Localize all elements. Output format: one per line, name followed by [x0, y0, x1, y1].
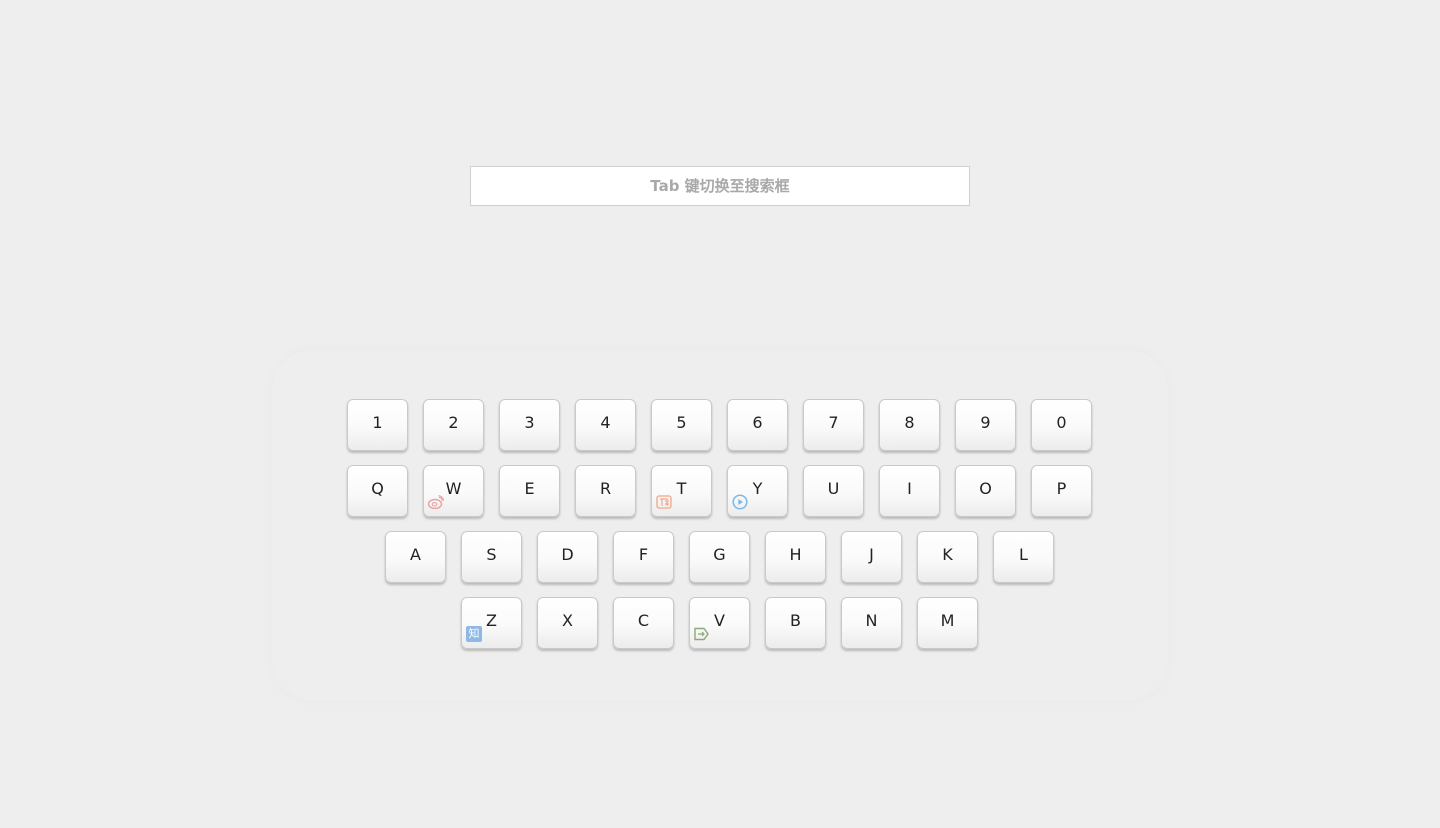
key-m[interactable]: M: [917, 597, 978, 649]
key-label: 3: [524, 413, 535, 432]
key-label: B: [790, 611, 801, 630]
key-7[interactable]: 7: [803, 399, 864, 451]
key-d[interactable]: D: [537, 531, 598, 583]
search-input[interactable]: [470, 166, 970, 206]
key-label: 9: [980, 413, 991, 432]
key-row-z: Z知 X C V B N M: [461, 597, 978, 649]
key-0[interactable]: 0: [1031, 399, 1092, 451]
key-4[interactable]: 4: [575, 399, 636, 451]
zhihu-icon-text: 知: [468, 627, 480, 640]
key-row-digits: 1 2 3 4 5 6 7 8 9 0: [347, 399, 1092, 451]
key-b[interactable]: B: [765, 597, 826, 649]
key-j[interactable]: J: [841, 531, 902, 583]
key-2[interactable]: 2: [423, 399, 484, 451]
key-w[interactable]: W: [423, 465, 484, 517]
key-label: G: [713, 545, 726, 564]
weibo-icon: [428, 494, 444, 510]
key-y[interactable]: Y: [727, 465, 788, 517]
key-r[interactable]: R: [575, 465, 636, 517]
key-g[interactable]: G: [689, 531, 750, 583]
key-label: 4: [600, 413, 611, 432]
key-c[interactable]: C: [613, 597, 674, 649]
key-1[interactable]: 1: [347, 399, 408, 451]
key-label: R: [599, 479, 612, 498]
key-9[interactable]: 9: [955, 399, 1016, 451]
key-q[interactable]: Q: [347, 465, 408, 517]
key-label: 8: [904, 413, 915, 432]
key-l[interactable]: L: [993, 531, 1054, 583]
key-label: N: [865, 611, 878, 630]
key-label: C: [637, 611, 650, 630]
key-p[interactable]: P: [1031, 465, 1092, 517]
key-label: 2: [448, 413, 459, 432]
key-label: D: [561, 545, 574, 564]
key-s[interactable]: S: [461, 531, 522, 583]
key-label: H: [789, 545, 802, 564]
key-n[interactable]: N: [841, 597, 902, 649]
key-h[interactable]: H: [765, 531, 826, 583]
key-row-q: Q W E R TY U I O P: [347, 465, 1092, 517]
key-5[interactable]: 5: [651, 399, 712, 451]
key-label: X: [562, 611, 573, 630]
key-label: F: [638, 545, 649, 564]
key-label: A: [410, 545, 421, 564]
key-label: O: [979, 479, 992, 498]
youku-icon: [732, 494, 748, 510]
key-i[interactable]: I: [879, 465, 940, 517]
key-label: Q: [371, 479, 384, 498]
key-label: U: [827, 479, 840, 498]
key-label: 7: [828, 413, 839, 432]
key-row-a: ASDFGHJKL: [385, 531, 1054, 583]
key-6[interactable]: 6: [727, 399, 788, 451]
key-k[interactable]: K: [917, 531, 978, 583]
key-label: E: [524, 479, 535, 498]
key-z[interactable]: Z知: [461, 597, 522, 649]
key-label: P: [1056, 479, 1067, 498]
zhihu-icon: 知: [466, 626, 482, 642]
key-x[interactable]: X: [537, 597, 598, 649]
search-box: [470, 166, 970, 206]
key-t[interactable]: T: [651, 465, 712, 517]
key-label: 0: [1056, 413, 1067, 432]
key-label: 5: [676, 413, 687, 432]
key-label: L: [1019, 545, 1028, 564]
v2ex-icon: [694, 626, 710, 642]
key-u[interactable]: U: [803, 465, 864, 517]
key-label: 1: [372, 413, 383, 432]
key-label: I: [907, 479, 912, 498]
key-e[interactable]: E: [499, 465, 560, 517]
key-3[interactable]: 3: [499, 399, 560, 451]
key-f[interactable]: F: [613, 531, 674, 583]
key-label: K: [942, 545, 953, 564]
key-o[interactable]: O: [955, 465, 1016, 517]
taobao-icon: [656, 494, 672, 510]
key-8[interactable]: 8: [879, 399, 940, 451]
key-label: S: [486, 545, 497, 564]
key-a[interactable]: A: [385, 531, 446, 583]
key-label: J: [869, 545, 874, 564]
key-label: 6: [752, 413, 763, 432]
key-v[interactable]: V: [689, 597, 750, 649]
key-label: M: [940, 611, 955, 630]
